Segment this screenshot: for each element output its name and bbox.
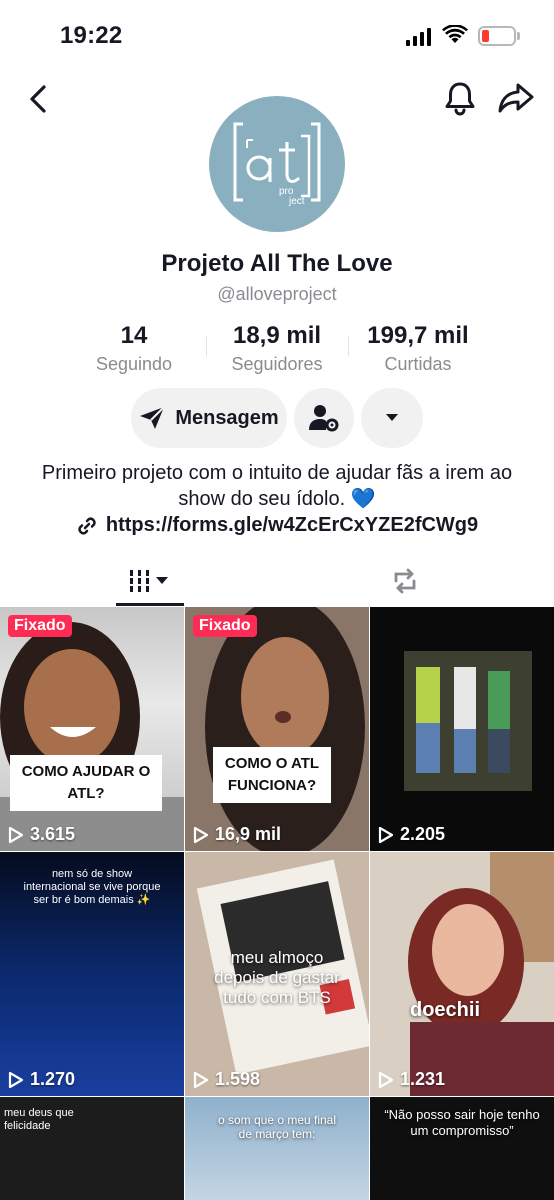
- bio-link-text: https://forms.gle/w4ZcErCxYZE2fCWg9: [105, 514, 479, 536]
- play-icon: [193, 826, 209, 843]
- view-count-value: 1.598: [215, 1069, 261, 1089]
- view-count: 1.270: [8, 1069, 75, 1090]
- video-thumbnail[interactable]: nem só de show internacional se vive por…: [0, 852, 184, 1096]
- thumbnail-image: [185, 607, 369, 851]
- send-icon: [140, 406, 166, 429]
- active-tab-indicator: [116, 603, 184, 606]
- stat-value: 14: [120, 322, 148, 349]
- stat-label: Seguidores: [231, 354, 323, 374]
- bio-text: Primeiro projeto com o intuito de ajudar…: [41, 462, 513, 510]
- stat-value: 18,9 mil: [232, 322, 322, 349]
- stat-likes[interactable]: 199,7 mil Curtidas: [362, 322, 474, 375]
- caret-down-icon: [386, 414, 398, 421]
- pinned-badge: Fixado: [8, 615, 72, 637]
- video-caption: doechii: [409, 999, 480, 1021]
- more-dropdown-button[interactable]: [361, 388, 423, 448]
- pinned-badge: Fixado: [193, 615, 257, 637]
- play-icon: [8, 1071, 24, 1088]
- play-icon: [378, 826, 394, 843]
- video-thumbnail[interactable]: doechii 1.231: [370, 852, 554, 1096]
- play-icon: [8, 826, 24, 843]
- view-count-value: 16,9 mil: [215, 824, 282, 844]
- stat-following[interactable]: 14 Seguindo: [82, 322, 186, 375]
- thumbnail-image: [408, 852, 554, 1096]
- battery-icon: [478, 26, 516, 46]
- video-caption: o som que o meu final de março tem:: [217, 1113, 337, 1141]
- share-icon[interactable]: [496, 80, 536, 116]
- view-count-value: 3.615: [30, 824, 76, 844]
- stat-label: Seguindo: [95, 354, 173, 374]
- notification-bell-icon[interactable]: [442, 80, 478, 116]
- video-caption: COMO O ATL FUNCIONA?: [213, 747, 331, 803]
- video-thumbnail[interactable]: meu almoço depois de gastar tudo com BTS…: [185, 852, 369, 1096]
- video-thumbnail[interactable]: Fixado COMO AJUDAR O ATL? 3.615: [0, 607, 184, 851]
- view-count-value: 2.205: [400, 824, 446, 844]
- video-thumbnail[interactable]: Fixado COMO O ATL FUNCIONA? 16,9 mil: [185, 607, 369, 851]
- message-button-label: Mensagem: [175, 406, 279, 429]
- stat-followers[interactable]: 18,9 mil Seguidores: [222, 322, 332, 375]
- video-thumbnail[interactable]: meu deus que felicidade: [0, 1097, 184, 1200]
- play-icon: [378, 1071, 394, 1088]
- view-count: 2.205: [378, 824, 445, 845]
- back-button[interactable]: [22, 82, 56, 116]
- video-caption: nem só de show internacional se vive por…: [23, 868, 161, 906]
- follow-settings-button[interactable]: [294, 388, 354, 448]
- atl-logo: pro ject: [233, 122, 321, 207]
- cellular-signal-icon: [406, 28, 431, 46]
- video-caption: “Não posso sair hoje tenho um compromiss…: [384, 1107, 540, 1138]
- video-caption: COMO AJUDAR O ATL?: [10, 755, 162, 811]
- view-count-value: 1.270: [30, 1069, 76, 1089]
- grid-bars-icon: [130, 570, 168, 592]
- view-count: 3.615: [8, 824, 75, 845]
- thumbnail-image: [0, 622, 184, 851]
- status-bar: 19:22: [0, 0, 554, 74]
- display-name: Projeto All The Love: [161, 250, 393, 277]
- play-icon: [193, 1071, 209, 1088]
- view-count: 16,9 mil: [193, 824, 281, 845]
- message-button[interactable]: Mensagem: [131, 388, 287, 448]
- divider: [206, 336, 207, 356]
- bio-link[interactable]: https://forms.gle/w4ZcErCxYZE2fCWg9: [0, 514, 554, 537]
- video-caption: meu deus que felicidade: [4, 1107, 74, 1132]
- divider: [348, 336, 349, 356]
- tab-reposts[interactable]: [380, 556, 430, 606]
- thumbnail-image: [404, 651, 532, 791]
- video-thumbnail[interactable]: “Não posso sair hoje tenho um compromiss…: [370, 1097, 554, 1200]
- username: @alloveproject: [217, 284, 337, 304]
- link-icon: [78, 517, 96, 534]
- view-count-value: 1.231: [400, 1069, 446, 1089]
- view-count: 1.598: [193, 1069, 260, 1090]
- repost-icon: [394, 568, 416, 594]
- status-time: 19:22: [60, 22, 123, 49]
- tab-videos[interactable]: [116, 556, 184, 606]
- svg-text:ject: ject: [288, 196, 305, 207]
- wifi-icon: [442, 25, 468, 43]
- view-count: 1.231: [378, 1069, 445, 1090]
- video-thumbnail[interactable]: o som que o meu final de março tem:: [185, 1097, 369, 1200]
- video-caption: meu almoço depois de gastar tudo com BTS: [214, 948, 340, 1007]
- user-settings-icon: [309, 405, 339, 432]
- stat-value: 199,7 mil: [367, 322, 469, 349]
- stat-label: Curtidas: [384, 354, 452, 374]
- avatar[interactable]: pro ject: [209, 96, 345, 232]
- video-thumbnail[interactable]: 2.205: [370, 607, 554, 851]
